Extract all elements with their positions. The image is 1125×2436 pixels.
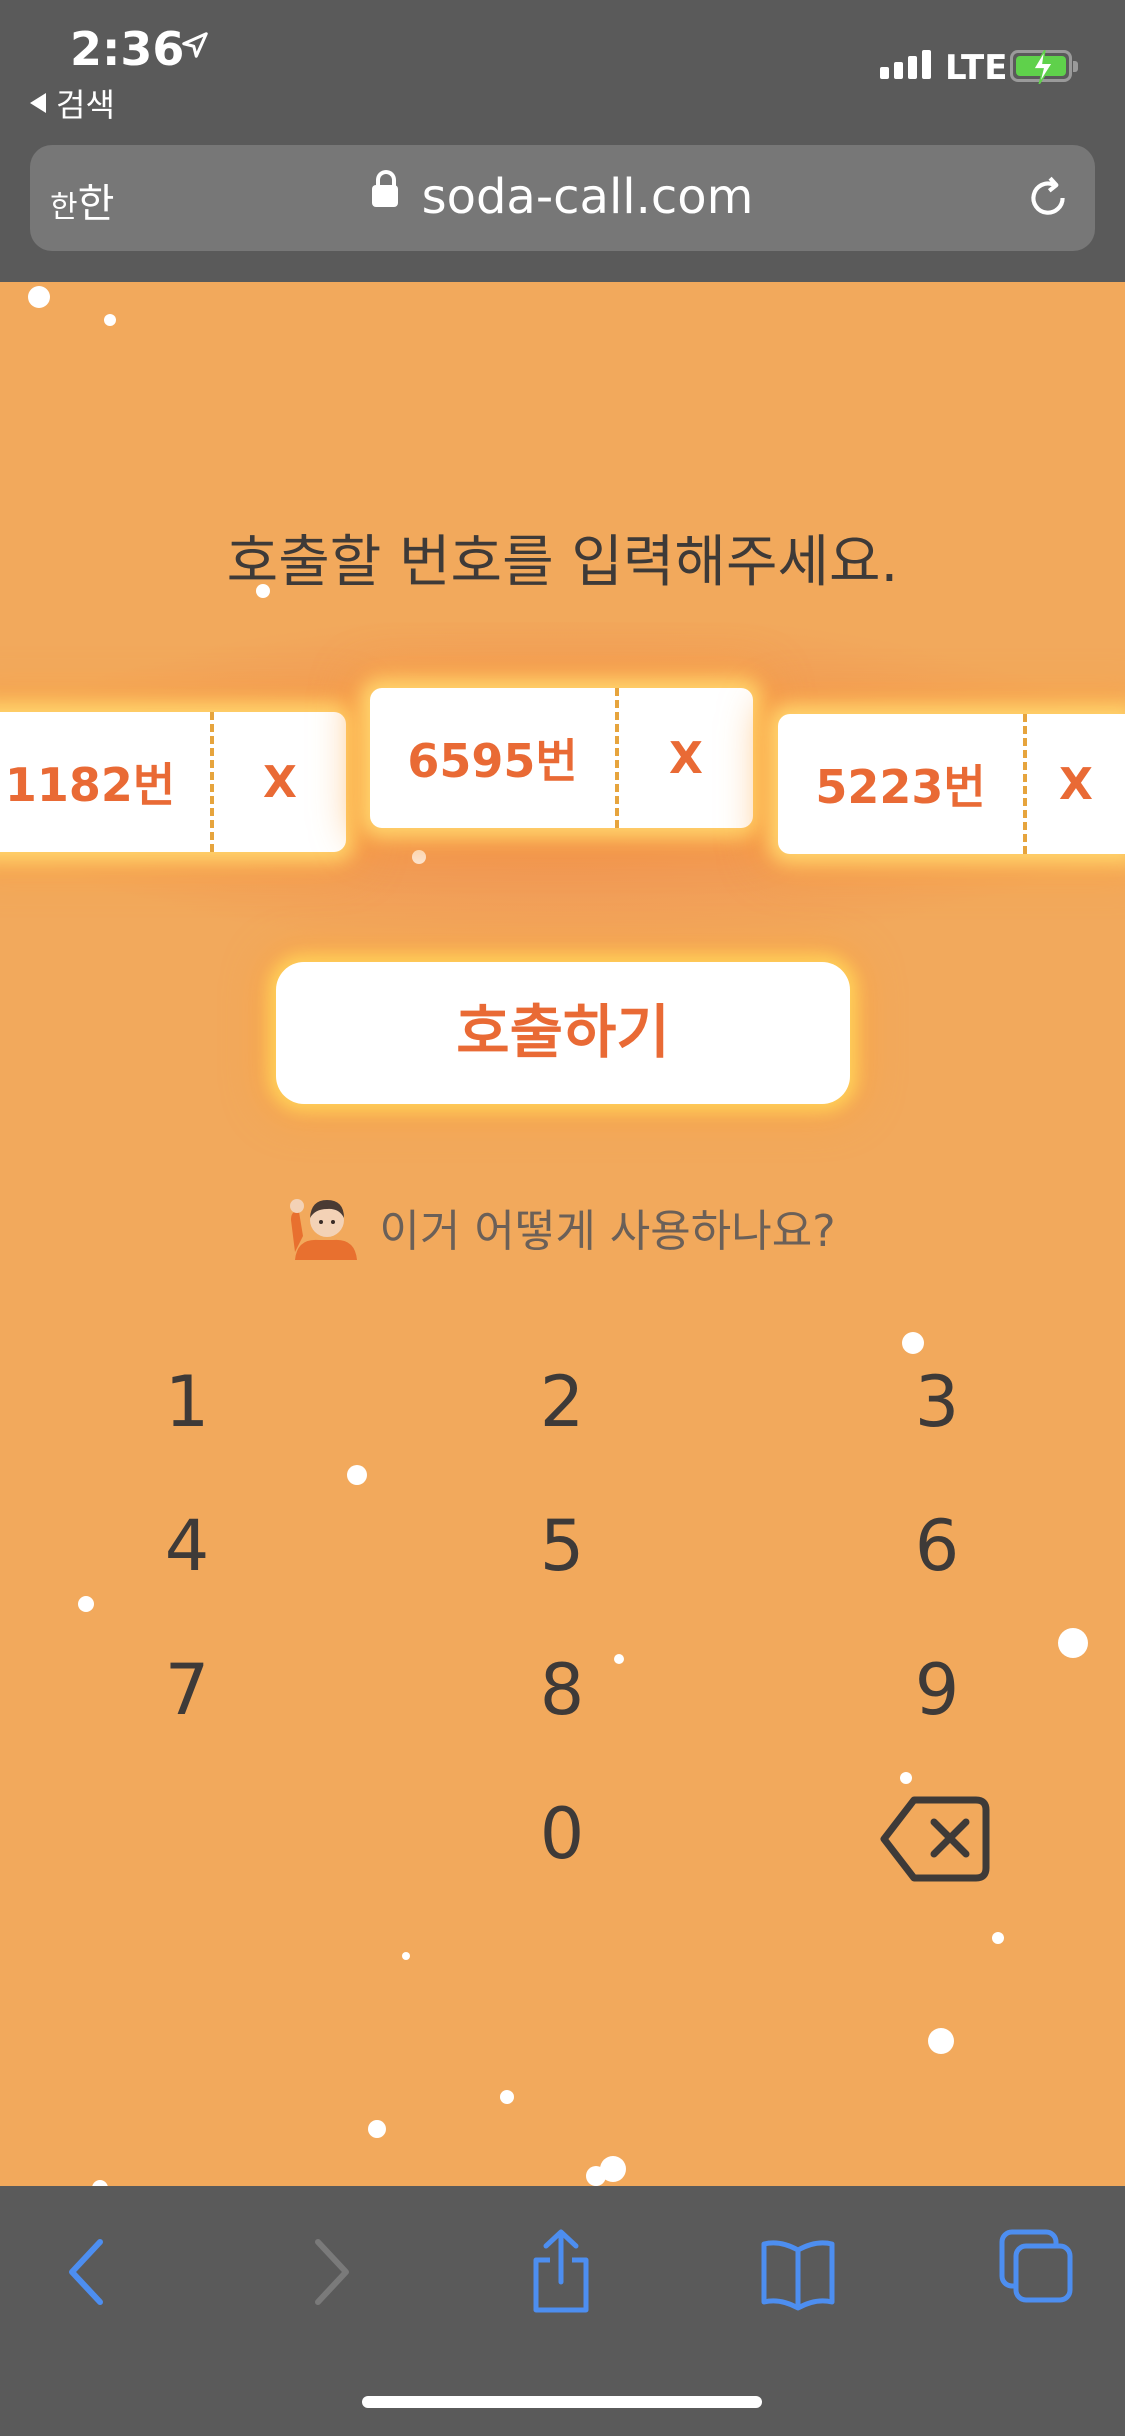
keypad-key-3[interactable]: 3: [837, 1352, 1037, 1452]
back-icon[interactable]: [62, 2232, 112, 2312]
snow-dot: [402, 1952, 410, 1960]
url-bar[interactable]: 한한 soda-call.com: [30, 145, 1095, 251]
remove-ticket-button[interactable]: X: [1027, 759, 1125, 810]
keypad-key-0[interactable]: 0: [462, 1784, 662, 1884]
forward-icon[interactable]: [306, 2232, 356, 2312]
keypad-key-8[interactable]: 8: [462, 1640, 662, 1740]
location-arrow-icon: [182, 32, 208, 58]
snow-dot: [28, 286, 50, 308]
share-icon[interactable]: [528, 2226, 594, 2316]
number-ticket: 5223번 X: [778, 714, 1125, 854]
url-label: soda-call.com: [421, 169, 754, 225]
number-ticket: 6595번 X: [370, 688, 753, 828]
snow-dot: [992, 1932, 1004, 1944]
snow-dot: [928, 2028, 954, 2054]
page-content: 호출할 번호를 입력해주세요. 1182번 X 6595번 X 5223번 X …: [0, 282, 1125, 2186]
backspace-icon[interactable]: [880, 1794, 992, 1884]
keypad-key-9[interactable]: 9: [837, 1640, 1037, 1740]
tabs-icon[interactable]: [996, 2226, 1076, 2306]
lock-icon: [371, 170, 398, 207]
help-link[interactable]: 이거 어떻게 사용하나요?: [0, 1190, 1125, 1264]
ticket-number: 1182번: [4, 758, 176, 812]
keypad-key-1[interactable]: 1: [87, 1352, 287, 1452]
snow-dot: [500, 2090, 514, 2104]
remove-ticket-button[interactable]: X: [619, 733, 753, 784]
signal-icon: [880, 50, 931, 79]
keypad-key-7[interactable]: 7: [87, 1640, 287, 1740]
browser-top-bar: 2:36 검색 LTE 한한 soda-call.com: [0, 0, 1125, 282]
back-to-app-link[interactable]: 검색: [30, 80, 115, 126]
reload-icon[interactable]: [1023, 173, 1073, 223]
back-triangle-icon: [30, 93, 46, 113]
keypad-key-4[interactable]: 4: [87, 1496, 287, 1596]
help-link-label: 이거 어떻게 사용하나요?: [379, 1206, 836, 1257]
home-indicator[interactable]: [362, 2396, 762, 2408]
page-title: 호출할 번호를 입력해주세요.: [226, 530, 899, 595]
waving-person-icon: [290, 1199, 358, 1260]
snow-dot: [902, 1332, 924, 1354]
snow-dot: [412, 850, 426, 864]
snow-dot: [78, 1596, 94, 1612]
bookmarks-icon[interactable]: [758, 2232, 838, 2312]
snow-dot: [347, 1465, 367, 1485]
battery-charging-icon: [1010, 50, 1078, 84]
snow-dot: [1058, 1628, 1088, 1658]
ticket-number: 6595번: [407, 734, 578, 788]
snow-dot: [368, 2120, 386, 2138]
remove-ticket-button[interactable]: X: [214, 757, 346, 808]
snow-dot: [586, 2166, 606, 2186]
number-ticket: 1182번 X: [0, 712, 346, 852]
network-type: LTE: [945, 48, 1008, 88]
snow-dot: [900, 1772, 912, 1784]
snow-dot: [104, 314, 116, 326]
status-time: 2:36: [70, 22, 185, 76]
url-text[interactable]: soda-call.com: [30, 169, 1095, 225]
keypad-key-5[interactable]: 5: [462, 1496, 662, 1596]
back-to-app-label: 검색: [56, 86, 115, 124]
keypad-key-6[interactable]: 6: [837, 1496, 1037, 1596]
call-button[interactable]: 호출하기: [276, 962, 850, 1104]
keypad-key-2[interactable]: 2: [462, 1352, 662, 1452]
ticket-number: 5223번: [815, 760, 986, 814]
